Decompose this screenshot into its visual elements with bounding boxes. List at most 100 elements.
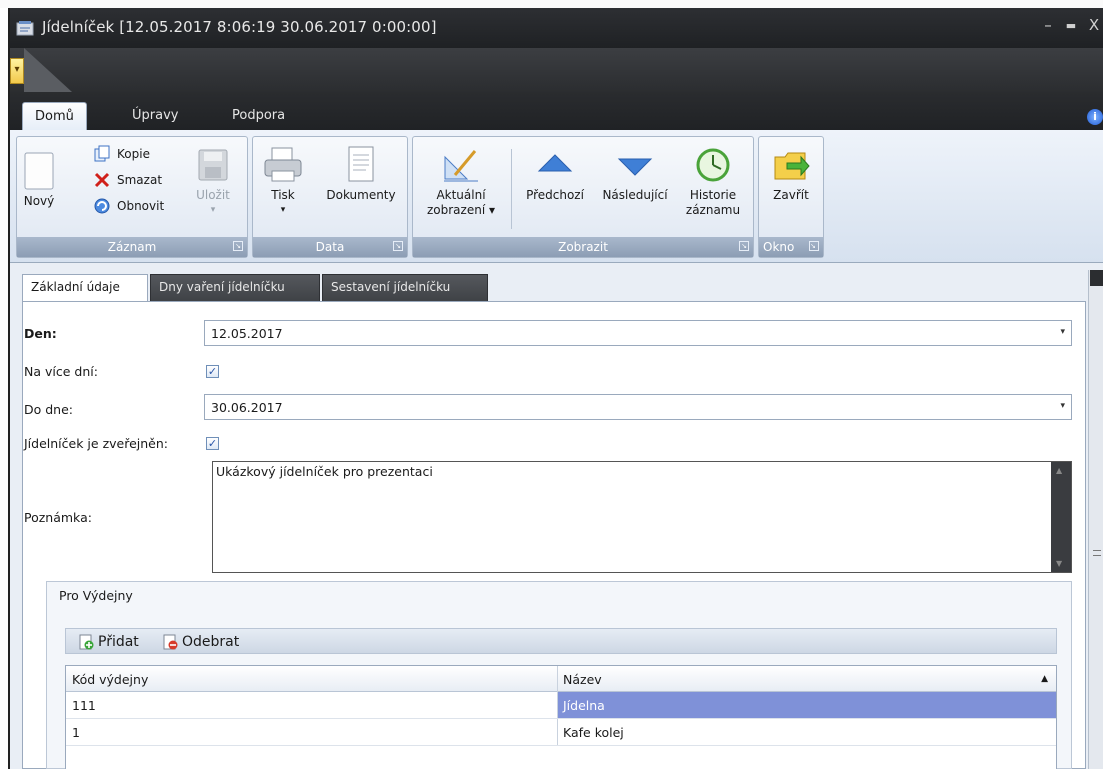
new-button-label: Nový: [23, 194, 55, 208]
group-label-zobrazit: Zobrazit ↘: [413, 237, 753, 257]
vydejny-grid: Kód výdejny Název ▲ 111 Jídelna 1 Kafe k…: [65, 665, 1057, 769]
scrollbar-up-button[interactable]: [1090, 270, 1103, 286]
application-window: Jídelníček [12.05.2017 8:06:19 30.06.201…: [8, 8, 1103, 769]
current-view-label-1: Aktuální: [436, 188, 486, 202]
info-icon[interactable]: i: [1087, 109, 1103, 125]
cell-nazev[interactable]: Kafe kolej: [563, 725, 624, 740]
delete-button-label: Smazat: [117, 173, 163, 187]
quick-access-toolbar: ▾: [10, 48, 1103, 92]
scrollbar-grip[interactable]: [1093, 550, 1101, 556]
remove-document-icon: [163, 634, 178, 650]
ribbon: Nový Kopie Smazat Obnovit Uložit ▾ Zázna…: [10, 130, 1103, 263]
save-disk-icon: [198, 149, 228, 181]
vydejny-group-title: Pro Výdejny: [59, 588, 133, 603]
zverejnen-checkbox[interactable]: ✓: [206, 437, 219, 450]
documents-button[interactable]: Dokumenty: [319, 145, 403, 203]
maximize-button[interactable]: ▬: [1061, 19, 1081, 32]
memo-scroll-up-icon[interactable]: ▲: [1056, 466, 1062, 475]
window-title: Jídelníček [12.05.2017 8:06:19 30.06.201…: [42, 18, 437, 36]
sort-ascending-icon: ▲: [1041, 674, 1048, 684]
ribbon-separator: [511, 149, 512, 229]
form-scrollbar[interactable]: [1088, 270, 1103, 769]
okno-dialog-launcher[interactable]: ↘: [809, 241, 819, 251]
do-dne-label: Do dne:: [24, 402, 74, 417]
remove-button-label: Odebrat: [182, 634, 240, 650]
tab-podpora[interactable]: Podpora: [220, 102, 297, 130]
refresh-icon: [94, 198, 110, 214]
minimize-button[interactable]: –: [1038, 16, 1058, 34]
column-header-kod[interactable]: Kód výdejny: [72, 672, 148, 687]
print-dropdown-arrow: ▾: [280, 205, 286, 215]
group-label-data-text: Data: [315, 240, 345, 254]
den-dropdown-arrow[interactable]: ▾: [1060, 327, 1065, 337]
vydejny-group: Pro Výdejny Přidat Odebrat Kód výdejny N…: [46, 581, 1072, 769]
do-dne-date-combo[interactable]: 30.06.2017 ▾: [204, 394, 1072, 420]
record-history-button[interactable]: Historie záznamu: [679, 145, 747, 218]
group-label-data: Data ↘: [253, 237, 407, 257]
close-window-button[interactable]: Zavřít: [765, 145, 817, 203]
den-date-combo[interactable]: 12.05.2017 ▾: [204, 320, 1072, 346]
save-button[interactable]: Uložit ▾: [193, 147, 233, 218]
cell-kod[interactable]: 1: [72, 725, 80, 740]
poznamka-textarea[interactable]: Ukázkový jídelníček pro prezentaci ▲ ▼: [212, 461, 1072, 573]
delete-x-icon: [94, 172, 110, 188]
new-button[interactable]: Nový: [19, 151, 59, 209]
cell-nazev[interactable]: Jídelna: [563, 698, 605, 713]
do-dne-dropdown-arrow[interactable]: ▾: [1060, 401, 1065, 411]
den-value: 12.05.2017: [211, 326, 283, 341]
quick-access-menu-button[interactable]: ▾: [10, 58, 24, 84]
save-button-label: Uložit: [196, 188, 230, 202]
documents-button-label: Dokumenty: [326, 188, 396, 202]
group-label-zaznam: Záznam ↘: [17, 237, 247, 257]
ribbon-wedge: [24, 48, 72, 92]
current-view-button[interactable]: Aktuální zobrazení ▾: [417, 145, 505, 218]
new-document-icon: [24, 152, 54, 190]
ribbon-group-data: Tisk ▾ Dokumenty Data ↘: [252, 136, 408, 258]
documents-icon: [348, 146, 374, 182]
drafting-tools-icon: [444, 150, 478, 182]
save-dropdown-arrow: ▾: [210, 205, 216, 215]
ribbon-tab-bar: Domů Úpravy Podpora i: [10, 92, 1103, 130]
vydejny-toolbar: Přidat Odebrat: [65, 628, 1057, 654]
folder-exit-icon: [774, 152, 810, 180]
poznamka-value: Ukázkový jídelníček pro prezentaci: [216, 464, 433, 479]
current-view-label-2: zobrazení ▾: [426, 203, 495, 217]
zobrazit-dialog-launcher[interactable]: ↘: [739, 241, 749, 251]
zaznam-dialog-launcher[interactable]: ↘: [233, 241, 243, 251]
top-edge: [0, 0, 1103, 8]
tab-upravy[interactable]: Úpravy: [120, 102, 190, 130]
next-button[interactable]: Následující: [593, 145, 677, 203]
tab-dny-vareni[interactable]: Dny vaření jídelníčku: [150, 274, 320, 302]
na-vice-dni-checkbox[interactable]: ✓: [206, 365, 219, 378]
tab-sestaveni[interactable]: Sestavení jídelníčku: [322, 274, 488, 302]
record-history-label-2: záznamu: [685, 203, 741, 217]
close-window-label: Zavřít: [773, 188, 809, 202]
data-dialog-launcher[interactable]: ↘: [393, 241, 403, 251]
grid-header: Kód výdejny Název ▲: [66, 666, 1056, 692]
printer-icon: [264, 147, 302, 182]
selected-cell-highlight: [558, 692, 1056, 718]
copy-button-label: Kopie: [117, 147, 150, 161]
tab-domu[interactable]: Domů: [22, 102, 87, 130]
ribbon-group-zobrazit: Aktuální zobrazení ▾ Předchozí Následují…: [412, 136, 754, 258]
group-label-okno-text: Okno: [763, 240, 795, 254]
print-button[interactable]: Tisk ▾: [259, 145, 307, 218]
close-button[interactable]: X: [1084, 16, 1103, 34]
ribbon-group-zaznam: Nový Kopie Smazat Obnovit Uložit ▾ Zázna…: [16, 136, 248, 258]
ribbon-group-okno: Zavřít Okno ↘: [758, 136, 824, 258]
print-button-label: Tisk: [271, 188, 295, 202]
tab-zakladni-udaje[interactable]: Základní údaje: [22, 274, 148, 302]
title-bar: Jídelníček [12.05.2017 8:06:19 30.06.201…: [10, 8, 1103, 48]
memo-scroll-down-icon[interactable]: ▼: [1056, 559, 1062, 568]
zverejnen-label: Jídelníček je zveřejněn:: [24, 436, 168, 451]
column-header-nazev[interactable]: Název: [563, 672, 602, 687]
poznamka-scrollbar[interactable]: ▲ ▼: [1051, 462, 1071, 572]
na-vice-dni-label: Na více dní:: [24, 364, 98, 379]
refresh-button-label: Obnovit: [117, 199, 165, 213]
arrow-down-icon: [617, 158, 653, 176]
cell-kod[interactable]: 111: [72, 698, 96, 713]
table-row[interactable]: 111 Jídelna: [66, 692, 1056, 719]
den-label: Den:: [24, 326, 57, 341]
table-row[interactable]: 1 Kafe kolej: [66, 719, 1056, 746]
previous-button[interactable]: Předchozí: [517, 145, 593, 203]
